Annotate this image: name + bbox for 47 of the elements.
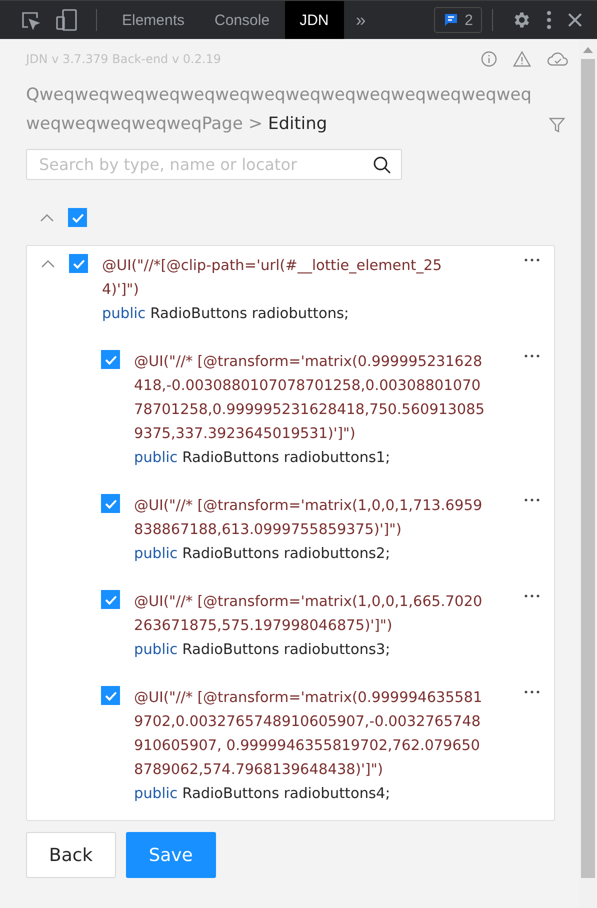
devtools-tab[interactable]: Elements	[107, 1, 200, 39]
checkbox[interactable]	[68, 208, 87, 227]
collapse-button[interactable]	[40, 214, 54, 222]
more-button[interactable]	[524, 594, 540, 598]
check-icon	[72, 212, 84, 222]
checkbox[interactable]	[69, 254, 88, 273]
check-icon	[104, 690, 116, 700]
info-icon[interactable]	[481, 51, 497, 67]
scroll-up-icon	[583, 47, 593, 53]
locator-text: @UI("//* [@transform='matrix(0.9999946355819702,0.0032765748910605907,-0.0032765748910605907, 0.9999946355819702,762.0796508789062,574.7968139648438)']")	[134, 689, 484, 780]
checkbox[interactable]	[101, 350, 120, 369]
declaration-text: public RadioButtons radiobuttons3;	[134, 641, 392, 660]
check-icon	[104, 498, 116, 508]
scrollbar-thumb[interactable]	[581, 59, 595, 878]
more-tabs-button[interactable]: »	[344, 1, 378, 39]
save-button[interactable]: Save	[126, 832, 216, 878]
warning-icon[interactable]	[513, 51, 531, 67]
check-icon	[104, 354, 116, 364]
checkbox[interactable]	[101, 590, 120, 609]
back-button[interactable]: Back	[26, 832, 116, 878]
devtools-tab[interactable]: Console	[200, 1, 285, 39]
declaration-text: public RadioButtons radiobuttons2;	[134, 545, 392, 564]
breadcrumb: QweqweqweqweqweqweqweqweqweqweqweqweqweqweqweqweqweqweqweqPage > Editing	[26, 84, 533, 136]
messages-badge[interactable]: 2	[434, 7, 482, 33]
declaration-text: public RadioButtons radiobuttons;	[102, 305, 350, 324]
collapse-button[interactable]	[41, 260, 55, 268]
cloud-check-icon[interactable]	[547, 51, 569, 67]
checkbox[interactable]	[101, 686, 120, 705]
devtools-tab[interactable]: JDN	[284, 1, 344, 39]
caret-icon	[41, 260, 55, 268]
locator-text: @UI("//* [@transform='matrix(0.999995231628418,-0.0030880107078701258,0.0030880107078701258,0.999995231628418,750.5609130859375,337.3923645019531)']")	[134, 353, 486, 444]
filter-icon[interactable]	[549, 117, 565, 133]
check-icon	[72, 258, 84, 268]
more-button[interactable]	[524, 258, 540, 262]
check-icon	[104, 594, 116, 604]
locator-text: @UI("//* [@transform='matrix(1,0,0,1,665.7020263671875,575.197998046875)']")	[134, 593, 484, 636]
declaration-text: public RadioButtons radiobuttons1;	[134, 449, 392, 468]
caret-icon	[40, 214, 54, 222]
more-button[interactable]	[524, 690, 540, 694]
search-icon	[373, 156, 391, 174]
more-button[interactable]	[524, 354, 540, 358]
locator-text: @UI("//*[@clip-path='url(#__lottie_element_254)']")	[102, 257, 443, 300]
checkbox[interactable]	[101, 494, 120, 513]
more-button[interactable]	[524, 498, 540, 502]
declaration-text: public RadioButtons radiobuttons4;	[134, 785, 392, 804]
locator-text: @UI("//* [@transform='matrix(1,0,0,1,713.6959838867188,613.0999755859375)']")	[134, 497, 484, 540]
search-field[interactable]: Search by type, name or locator	[26, 149, 402, 180]
